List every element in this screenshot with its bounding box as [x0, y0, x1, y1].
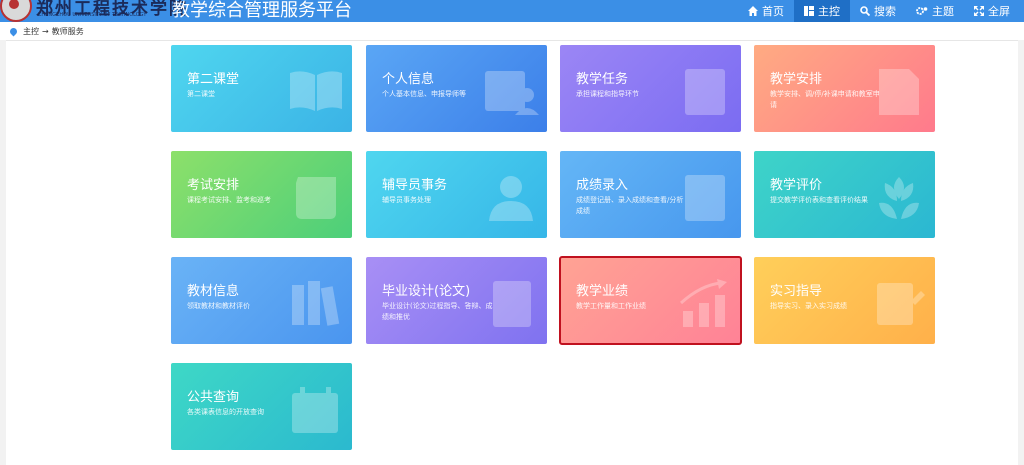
id-card-icon — [485, 71, 539, 115]
tile-desc: 承担课程和指导环节 — [576, 90, 639, 98]
nav-theme-label: 主题 — [932, 5, 954, 18]
tile-teaching-arrangement[interactable]: 教学安排 教学安排、调/停/补课申请和教室申请 — [754, 45, 935, 132]
tile-title: 实习指导 — [770, 284, 823, 299]
report-icon — [493, 281, 531, 327]
breadcrumb-separator: → — [42, 26, 49, 36]
user-tie-icon — [489, 176, 533, 221]
system-title: 教学综合管理服务平台 — [172, 0, 352, 21]
tile-title: 个人信息 — [382, 72, 435, 87]
tile-title: 教学评价 — [770, 178, 823, 193]
tile-desc: 指导实习、录入实习成绩 — [770, 302, 847, 310]
search-icon — [860, 6, 870, 16]
left-gutter — [0, 40, 6, 465]
right-gutter — [1018, 40, 1024, 465]
tile-title: 考试安排 — [187, 178, 240, 193]
nav-dashboard[interactable]: 主控 — [794, 0, 850, 22]
tile-title: 成绩录入 — [576, 178, 629, 193]
tile-desc: 毕业设计(论文)过程指导、答辩、成绩和推优 — [382, 302, 493, 321]
tile-desc: 教学工作量和工作业绩 — [576, 302, 646, 310]
nav-fullscreen-label: 全屏 — [988, 5, 1010, 18]
tile-second-classroom[interactable]: 第二课堂 第二课堂 — [171, 45, 352, 132]
tile-title: 辅导员事务 — [382, 178, 448, 193]
tile-desc: 第二课堂 — [187, 90, 215, 98]
tile-desc: 个人基本信息、申报导师等 — [382, 90, 466, 98]
fullscreen-icon — [974, 6, 984, 16]
nav-search[interactable]: 搜索 — [850, 0, 906, 22]
books-icon — [292, 281, 340, 326]
nav-home[interactable]: 首页 — [738, 0, 794, 22]
tile-desc: 辅导员事务处理 — [382, 196, 431, 204]
nav-dashboard-label: 主控 — [818, 5, 840, 18]
tile-teaching-performance[interactable]: 教学业绩 教学工作量和工作业绩 — [559, 256, 742, 345]
growth-chart-icon — [679, 279, 727, 327]
tile-title: 教学业绩 — [576, 284, 629, 299]
breadcrumb-root[interactable]: 主控 — [23, 26, 39, 37]
breadcrumb-current: 教师服务 — [51, 26, 84, 36]
tile-teaching-tasks[interactable]: 教学任务 承担课程和指导环节 — [560, 45, 741, 132]
grade-icon — [685, 175, 725, 221]
tile-title: 公共查询 — [187, 390, 240, 405]
tile-title: 第二课堂 — [187, 72, 240, 87]
tile-desc: 成绩登记册、录入成绩和查看/分析成绩 — [576, 196, 684, 215]
tile-teaching-evaluation[interactable]: 教学评价 提交教学评价表和查看评价结果 — [754, 151, 935, 238]
home-icon — [748, 6, 758, 16]
theme-icon — [916, 7, 928, 15]
tile-desc: 教学安排、调/停/补课申请和教室申请 — [770, 90, 880, 109]
tile-desc: 各类课表信息的开放查询 — [187, 408, 264, 416]
tile-title: 毕业设计(论文) — [382, 284, 471, 299]
location-pin-icon — [8, 26, 19, 36]
scroll-icon — [296, 177, 336, 219]
tile-title: 教学任务 — [576, 72, 629, 87]
breadcrumb: 主控 → 教师服务 — [0, 22, 1024, 41]
nav-theme[interactable]: 主题 — [906, 0, 964, 22]
tile-textbook-info[interactable]: 教材信息 领取教材和教材评价 — [171, 257, 352, 344]
tile-internship-guidance[interactable]: 实习指导 指导实习、录入实习成绩 — [754, 257, 935, 344]
dashboard-icon — [804, 6, 814, 16]
book-icon — [290, 71, 342, 111]
tile-graduation-design[interactable]: 毕业设计(论文) 毕业设计(论文)过程指导、答辩、成绩和推优 — [366, 257, 547, 344]
tile-counselor-affairs[interactable]: 辅导员事务 辅导员事务处理 — [366, 151, 547, 238]
nav-search-label: 搜索 — [874, 5, 896, 18]
school-logo-icon — [0, 0, 32, 22]
tile-exam-arrangement[interactable]: 考试安排 课程考试安排、监考和巡考 — [171, 151, 352, 238]
nav-home-label: 首页 — [762, 5, 784, 18]
tile-title: 教材信息 — [187, 284, 240, 299]
tile-title: 教学安排 — [770, 72, 823, 87]
tile-desc: 提交教学评价表和查看评价结果 — [770, 196, 868, 204]
tile-desc: 课程考试安排、监考和巡考 — [187, 196, 271, 204]
top-bar: 郑州工程技术学院 ZHENGZHOU UNIVERSITY OF TECHNOL… — [0, 0, 1024, 22]
checklist-icon — [685, 69, 725, 115]
school-name-en: ZHENGZHOU UNIVERSITY OF TECHNOLOGY — [38, 12, 147, 18]
top-nav: 首页 主控 搜索 主题 全屏 — [738, 0, 1020, 22]
document-edit-icon — [879, 69, 919, 115]
tile-public-query[interactable]: 公共查询 各类课表信息的开放查询 — [171, 363, 352, 450]
note-edit-icon — [877, 283, 925, 325]
calendar-icon — [292, 387, 338, 433]
nav-fullscreen[interactable]: 全屏 — [964, 0, 1020, 22]
tile-desc: 领取教材和教材评价 — [187, 302, 250, 310]
tile-grade-entry[interactable]: 成绩录入 成绩登记册、录入成绩和查看/分析成绩 — [560, 151, 741, 238]
tile-personal-info[interactable]: 个人信息 个人基本信息、申报导师等 — [366, 45, 547, 132]
flower-icon — [879, 177, 919, 219]
